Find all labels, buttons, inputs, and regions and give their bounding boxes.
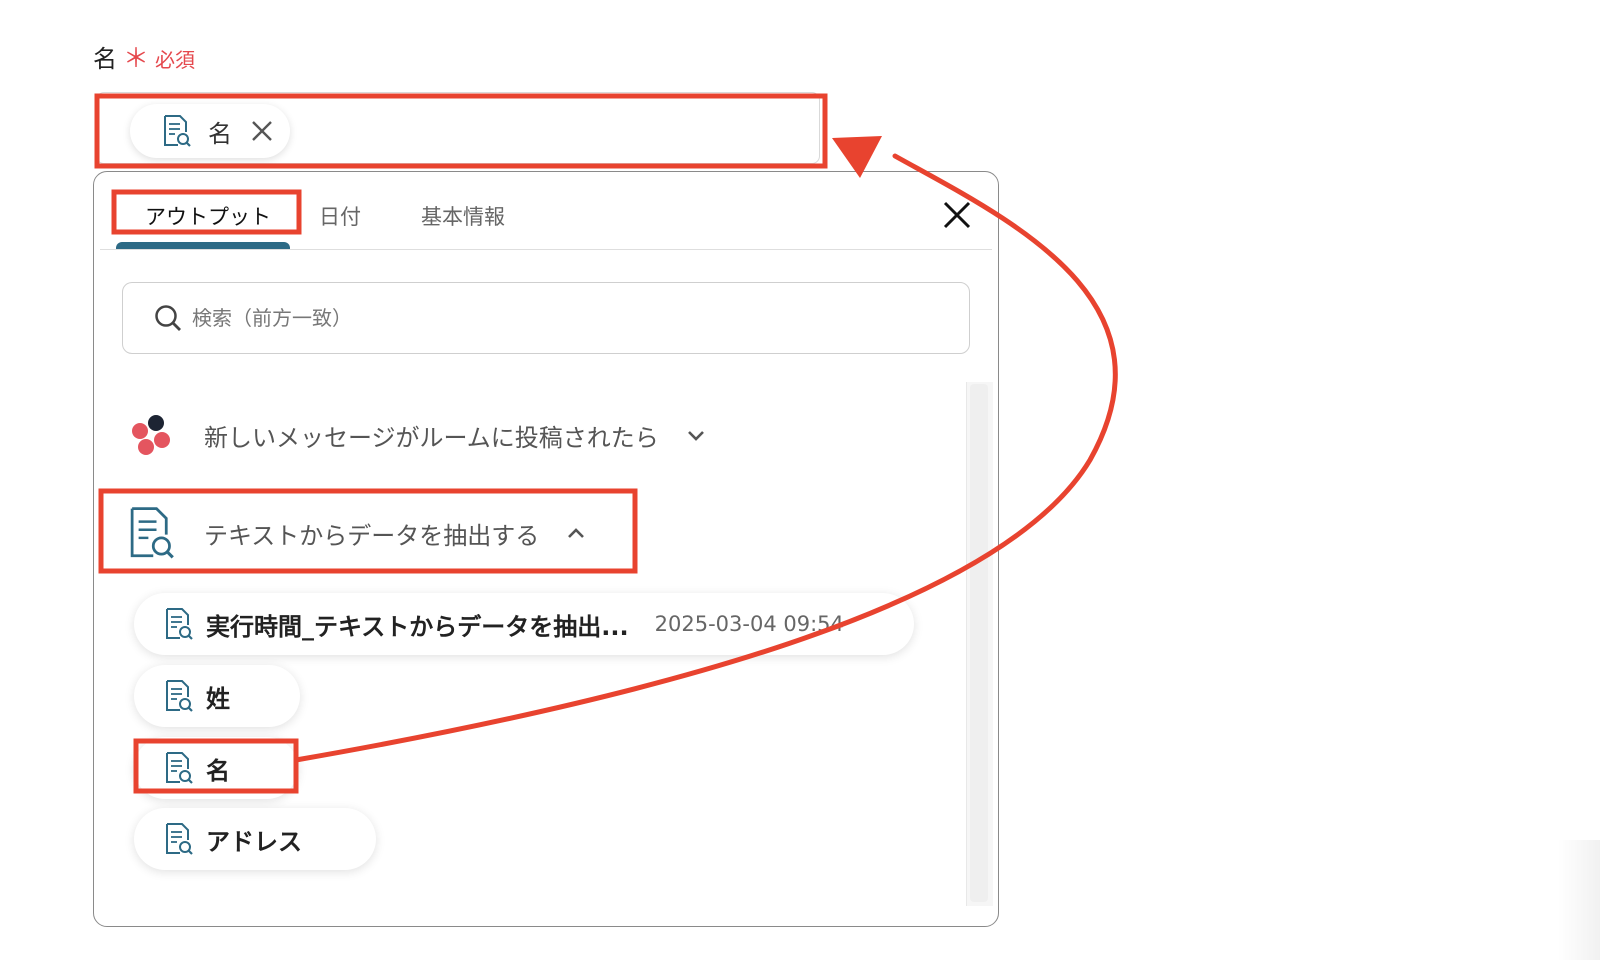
section-extract-header[interactable]: テキストからデータを抽出する [124,505,587,561]
tab-basic-info[interactable]: 基本情報 [421,201,505,231]
output-item-last-name[interactable]: 姓 [134,665,300,727]
field-label: 名 ＊ 必須 [93,38,195,75]
tabs-divider [100,249,992,250]
tab-date[interactable]: 日付 [319,201,361,231]
output-item-label: 名 [206,756,230,785]
required-asterisk: ＊ [123,44,150,74]
search-icon [155,305,181,331]
chevron-down-icon [687,431,704,441]
selected-chip-label: 名 [208,119,232,148]
section-title: 新しいメッセージがルームに投稿されたら [204,423,659,452]
output-item-label: アドレス [206,827,302,856]
document-search-icon [130,507,174,559]
close-icon[interactable] [250,119,274,143]
chevron-up-icon [568,528,585,538]
document-search-icon [166,608,193,640]
output-item-label: 実行時間_テキストからデータを抽出... [206,612,629,641]
document-search-icon [164,115,191,147]
active-tab-indicator [116,242,290,249]
document-search-icon [166,823,193,855]
output-item-execution-time[interactable]: 実行時間_テキストからデータを抽出... 2025-03-04 09:54 [134,593,914,655]
field-label-text: 名 [93,45,117,73]
tab-output[interactable]: アウトプット [145,201,271,231]
document-search-icon [166,752,193,784]
required-text: 必須 [155,48,196,72]
output-item-label: 姓 [206,684,230,713]
output-item-address[interactable]: アドレス [134,808,376,870]
right-edge-shadow [1558,840,1600,960]
section-trigger-header[interactable]: 新しいメッセージがルームに投稿されたら [128,410,707,460]
output-item-first-name[interactable]: 名 [134,737,298,799]
document-search-icon [166,680,193,712]
close-icon[interactable] [942,200,972,230]
scrollbar-thumb[interactable] [970,384,988,902]
output-item-value: 2025-03-04 09:54 [654,612,844,636]
section-title: テキストからデータを抽出する [204,521,540,550]
search-input[interactable] [190,299,934,337]
app-logo-icon [132,415,170,455]
selected-variable-chip[interactable]: 名 [130,104,290,158]
